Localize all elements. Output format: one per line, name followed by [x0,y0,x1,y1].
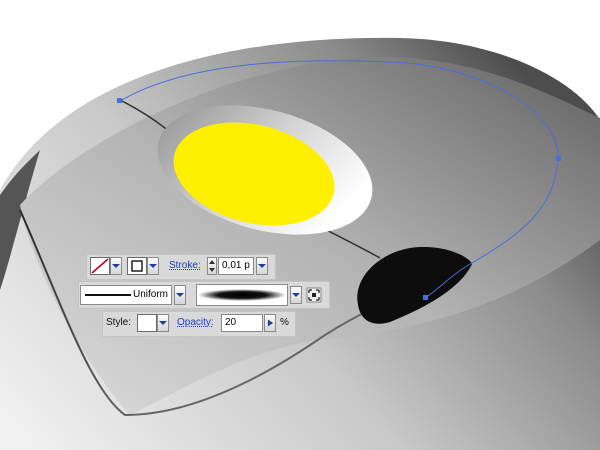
width-profile-select[interactable]: Uniform [80,285,172,305]
stroke-swatch[interactable] [127,257,147,275]
artboard-canvas[interactable] [0,0,600,450]
fill-dropdown-arrow[interactable] [110,257,122,275]
chevron-down-icon [159,321,167,325]
anchor-point [117,98,122,103]
none-swatch-icon [91,258,109,274]
opacity-input[interactable]: 20 [221,314,263,332]
brush-options-icon[interactable] [306,287,322,303]
brush-stroke-preview [198,289,286,301]
width-profile-label: Uniform [133,289,169,300]
stroke-weight-dropdown-arrow[interactable] [256,257,268,275]
opacity-label[interactable]: Opacity: [177,314,214,332]
style-label: Style: [106,317,132,328]
stroke-weight-input[interactable]: 0,01 p [218,257,254,275]
stroke-label[interactable]: Stroke: [169,257,201,275]
percent-sign: % [280,317,289,328]
chevron-down-icon [149,264,157,268]
stroke-dropdown-arrow[interactable] [147,257,159,275]
chevron-down-icon [112,264,120,268]
chevron-down-icon [176,293,184,297]
brush-dropdown-arrow[interactable] [290,286,302,304]
spinner-arrows-icon [209,260,215,272]
uniform-profile-icon [85,294,131,296]
graphic-style-swatch[interactable] [137,314,157,332]
graphic-style-dropdown-arrow[interactable] [157,314,169,332]
fill-none-swatch[interactable] [90,257,110,275]
opacity-slider-button[interactable] [264,314,276,332]
chevron-right-icon [267,319,273,327]
width-profile-dropdown-arrow[interactable] [174,285,186,305]
stroke-weight-spinner[interactable] [207,257,217,275]
anchor-point [423,295,428,300]
chevron-down-icon [292,293,300,297]
brush-definition-select[interactable] [196,284,288,306]
anchor-point [556,156,561,161]
stroke-square-icon [131,260,143,272]
chevron-down-icon [258,264,266,268]
